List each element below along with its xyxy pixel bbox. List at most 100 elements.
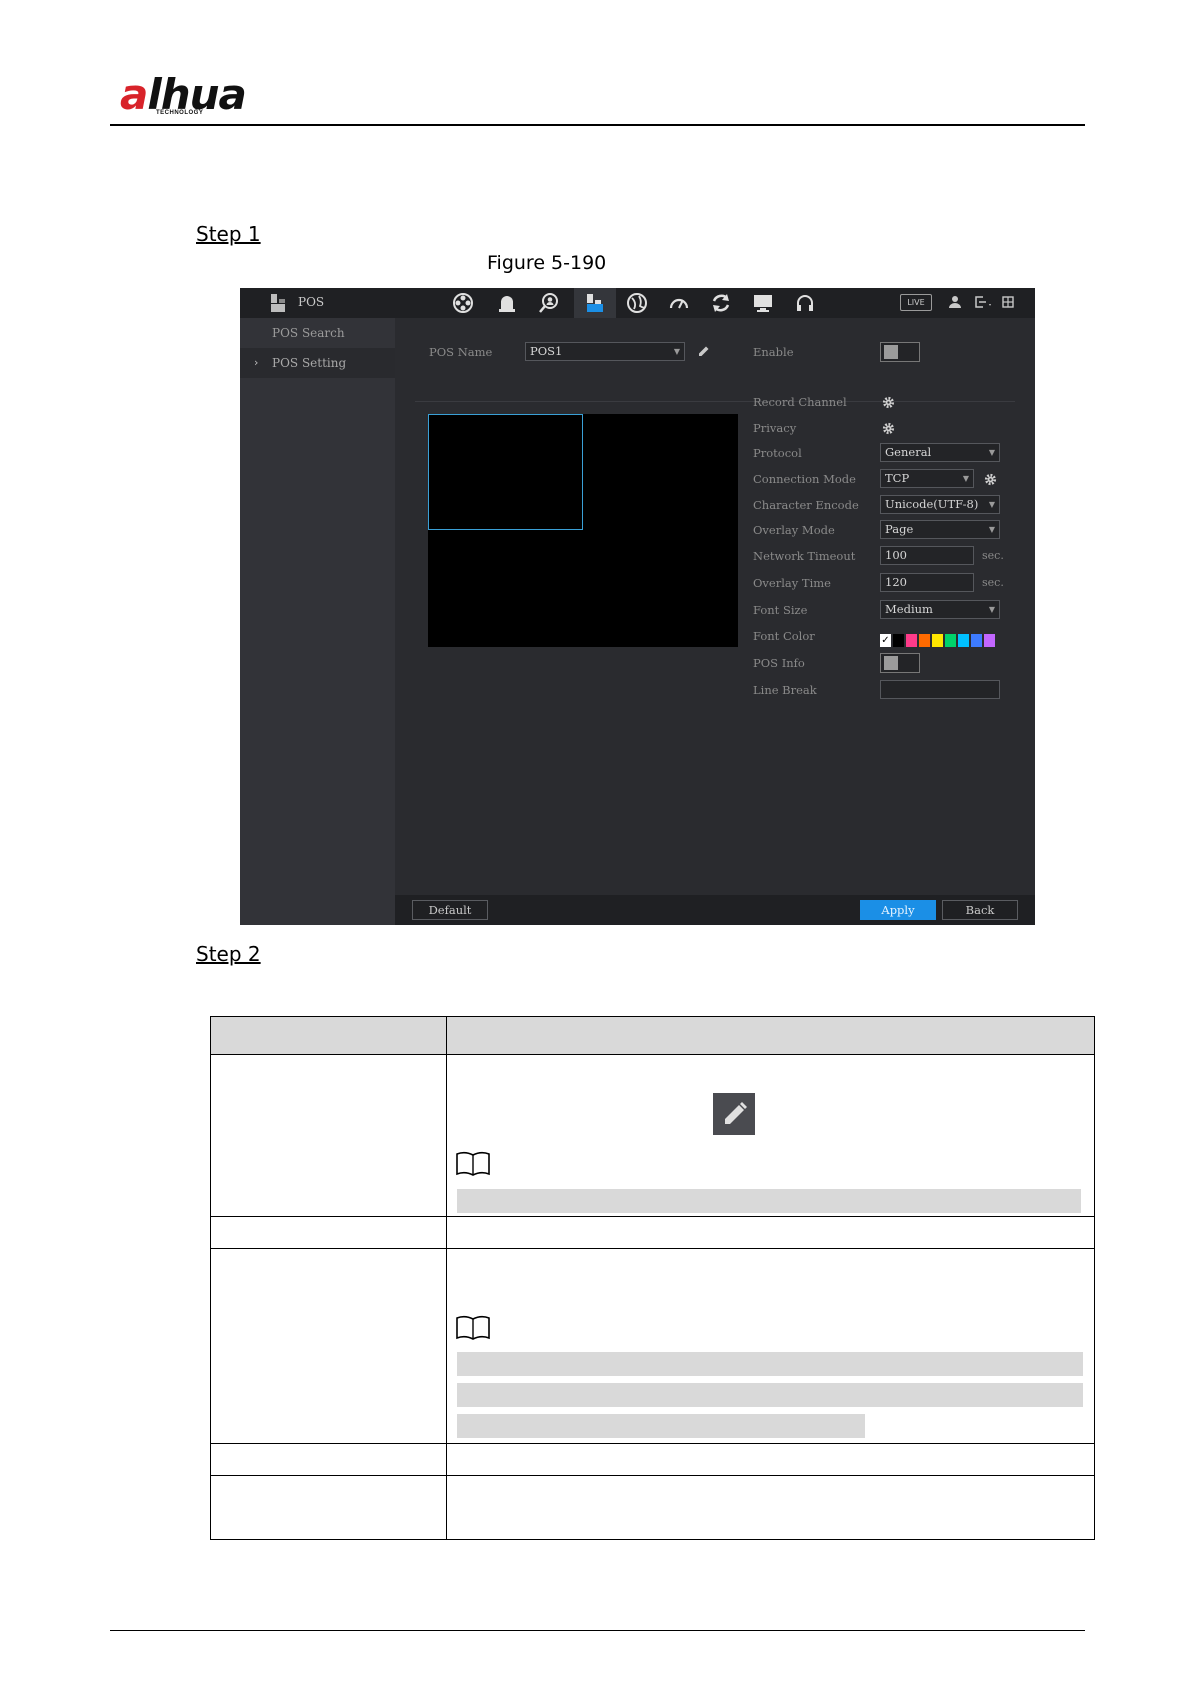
line-break-label: Line Break [753,683,817,697]
connection-mode-value: TCP [885,471,910,485]
alarm-icon[interactable] [496,292,518,314]
live-button[interactable]: LIVE [900,294,932,311]
font-size-select[interactable]: Medium ▼ [880,600,1000,619]
figure-caption: Figure 5-190 [487,252,607,274]
header-cell-description [446,1016,1095,1055]
color-swatch-cyan[interactable] [958,634,969,647]
table-cell [446,1054,1095,1217]
chevron-down-icon: ▼ [988,605,995,614]
edit-pencil-icon[interactable] [697,345,710,358]
step-2-label: Step 2 [196,942,261,966]
color-swatch-orange[interactable] [919,634,930,647]
refresh-icon[interactable] [710,292,732,314]
step-1-label: Step 1 [196,222,261,246]
overlay-time-value: 120 [885,575,907,589]
color-swatch-yellow[interactable] [932,634,943,647]
table-cell [446,1475,1095,1540]
table-cell [446,1248,1095,1444]
chevron-down-icon: ▼ [962,474,969,483]
app-title: POS [298,295,325,309]
overlay-time-label: Overlay Time [753,576,831,590]
pos-app-icon [271,294,285,312]
character-encode-value: Unicode(UTF-8) [885,497,979,511]
overlay-time-input[interactable]: 120 [880,573,974,592]
chevron-down-icon: ▼ [673,347,680,356]
color-swatch-green[interactable] [945,634,956,647]
sidebar-item-pos-search[interactable]: POS Search [240,318,395,348]
default-button[interactable]: Default [412,900,488,920]
header-rule [110,124,1085,126]
sidebar: POS Search › POS Setting [240,318,395,925]
table-cell [446,1443,1095,1476]
pos-setting-screen: POS LIVE POS Search › POS Setting POS Na… [240,288,1035,925]
network-timeout-unit: sec. [982,549,1004,562]
font-size-label: Font Size [753,603,808,617]
network-icon[interactable] [626,292,648,314]
character-encode-label: Character Encode [753,498,859,512]
note-text-bar [457,1383,1083,1407]
connection-mode-label: Connection Mode [753,472,856,486]
headset-icon[interactable] [794,292,816,314]
gauge-icon[interactable] [668,292,690,314]
color-swatch-blue[interactable] [971,634,982,647]
table-cell [210,1054,447,1217]
search-person-icon[interactable] [538,292,560,314]
connection-gear-icon[interactable] [984,473,997,486]
video-preview[interactable] [428,414,738,647]
privacy-label: Privacy [753,421,797,435]
user-icon[interactable] [948,295,962,309]
enable-label: Enable [753,345,794,359]
protocol-value: General [885,445,932,459]
table-row [210,1475,1095,1540]
main-panel: POS Name POS1 ▼ Enable Record Channel Pri… [395,318,1035,925]
camera-icon[interactable] [452,292,474,314]
sidebar-item-pos-setting[interactable]: › POS Setting [240,348,395,378]
font-size-value: Medium [885,602,933,616]
edit-button-illustration [713,1093,755,1135]
pos-name-value: POS1 [530,344,563,358]
line-break-input[interactable] [880,680,1000,699]
apply-button[interactable]: Apply [860,900,936,920]
sidebar-item-label: POS Search [272,326,345,340]
font-color-label: Font Color [753,629,815,643]
monitor-icon[interactable] [752,292,774,314]
network-timeout-value: 100 [885,548,907,562]
protocol-select[interactable]: General ▼ [880,443,1000,462]
chevron-down-icon: ▼ [988,500,995,509]
note-text-bar [457,1352,1083,1376]
chevron-down-icon: ▼ [988,525,995,534]
top-toolbar: POS LIVE [240,288,1035,318]
logout-icon[interactable] [974,295,992,309]
divider [415,401,1015,402]
privacy-gear-icon[interactable] [882,422,895,435]
color-swatch-purple[interactable] [984,634,995,647]
logo-subtitle: TECHNOLOGY [156,110,204,116]
color-swatch-pink[interactable] [906,634,917,647]
table-cell [446,1216,1095,1249]
record-channel-gear-icon[interactable] [882,396,895,409]
table-row [210,1443,1095,1476]
overlay-region-box[interactable] [428,414,583,530]
connection-mode-select[interactable]: TCP ▼ [880,469,974,488]
back-button[interactable]: Back [942,900,1018,920]
table-cell [210,1475,447,1540]
pos-icon[interactable] [584,292,606,314]
network-timeout-input[interactable]: 100 [880,546,974,565]
table-cell [210,1443,447,1476]
pos-info-toggle[interactable] [880,653,920,673]
pos-name-select[interactable]: POS1 ▼ [525,342,685,361]
overlay-mode-value: Page [885,522,914,536]
table-row [210,1216,1095,1249]
table-cell [210,1216,447,1249]
color-swatch-white-checked[interactable]: ✓ [880,634,891,647]
overlay-mode-select[interactable]: Page ▼ [880,520,1000,539]
logo-a-mark: a [120,70,148,119]
grid-menu-icon[interactable] [1002,296,1014,308]
note-text-bar [457,1189,1081,1213]
color-swatch-black[interactable] [893,634,904,647]
enable-toggle[interactable] [880,342,920,362]
toggle-knob [884,345,898,359]
chevron-right-icon: › [254,356,259,369]
table-cell [210,1248,447,1444]
character-encode-select[interactable]: Unicode(UTF-8) ▼ [880,495,1000,514]
